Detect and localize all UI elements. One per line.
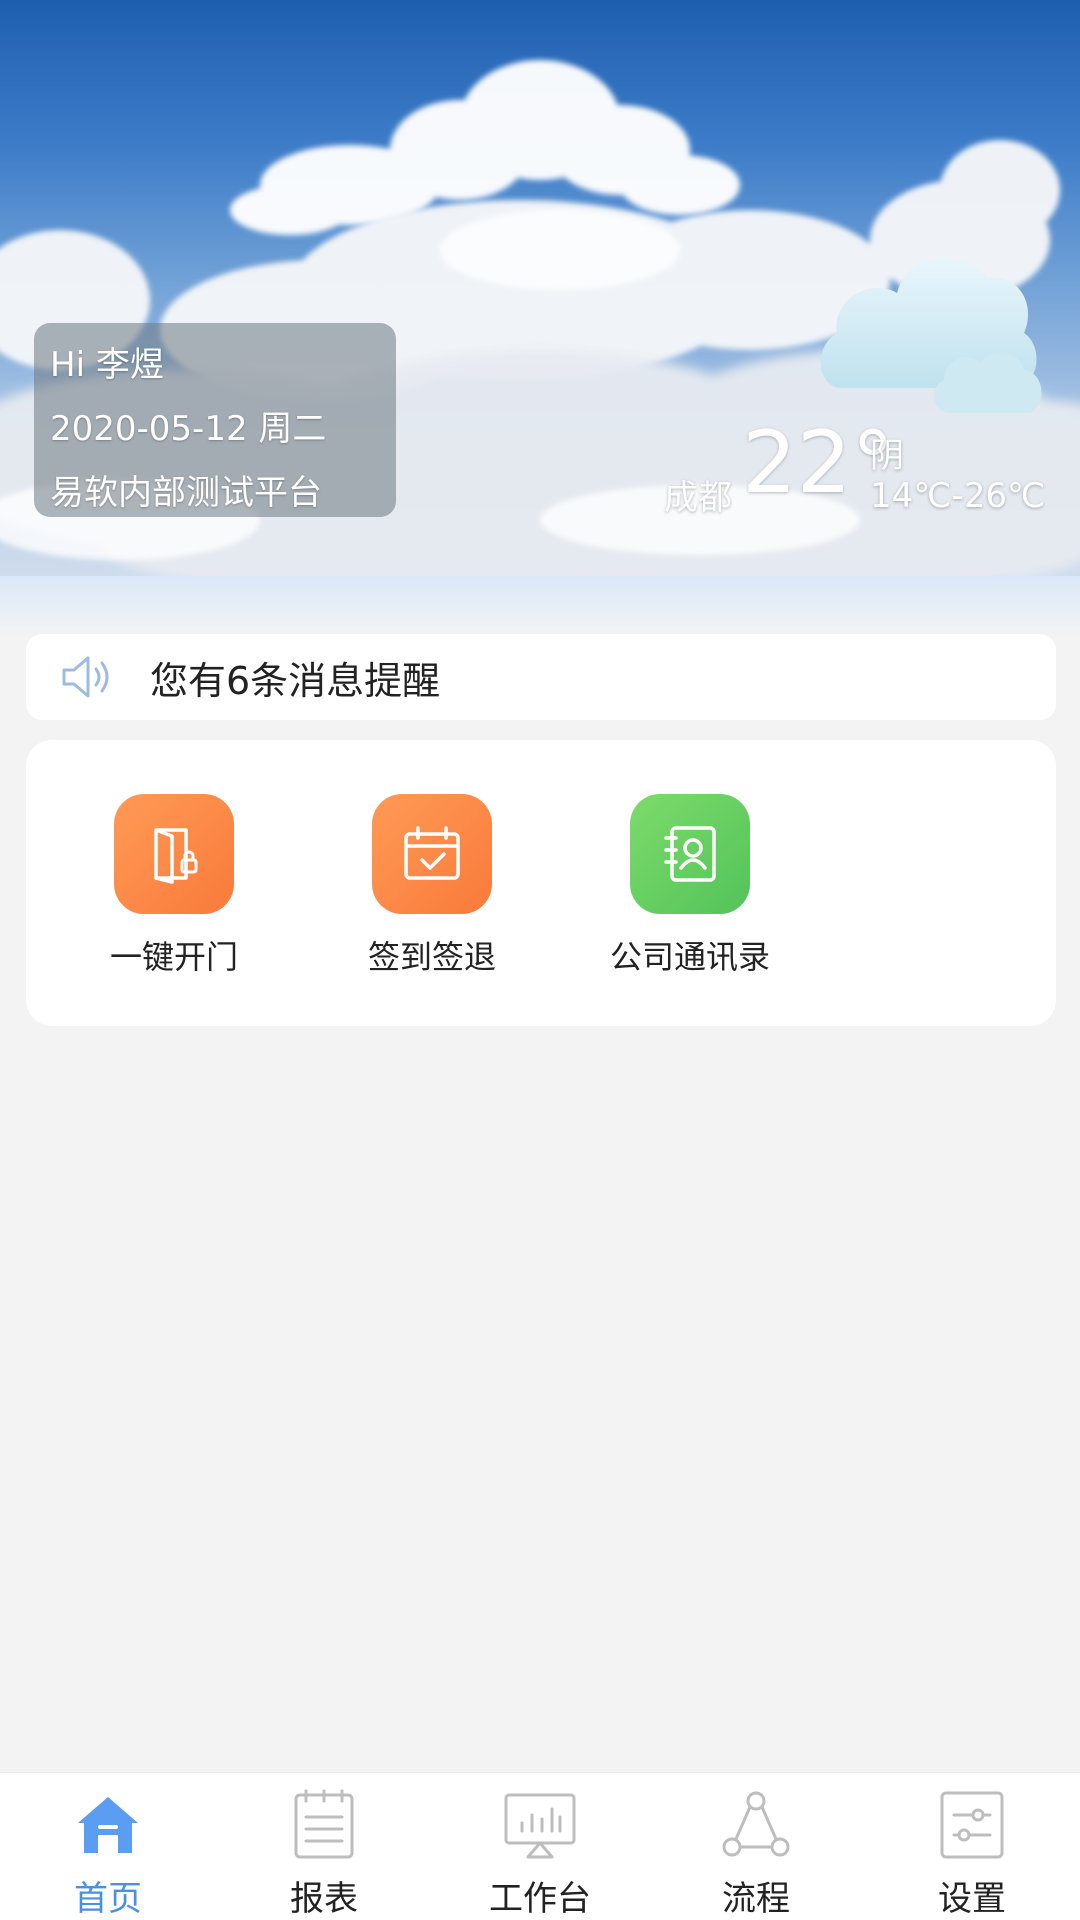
app-tile	[114, 794, 234, 914]
app-tile	[372, 794, 492, 914]
app-check-in-out[interactable]: 签到签退	[322, 794, 542, 978]
greeting-panel: Hi 李煜 2020-05-12 周二 易软内部测试平台	[34, 323, 396, 517]
process-icon	[722, 1791, 790, 1857]
app-label: 一键开门	[109, 938, 238, 976]
weather-banner: Hi 李煜 2020-05-12 周二 易软内部测试平台 成都 22° 阴 14…	[0, 0, 1080, 576]
app-one-key-open-door[interactable]: 一键开门	[64, 794, 284, 978]
calendar-check-icon	[404, 826, 460, 880]
greeting-platform: 易软内部测试平台	[50, 473, 322, 513]
tab-label: 流程	[722, 1879, 790, 1919]
app-label: 公司通讯录	[609, 938, 770, 976]
app-company-contacts[interactable]: 公司通讯录	[580, 794, 800, 978]
tab-home[interactable]: 首页	[18, 1787, 198, 1920]
tab-workbench[interactable]: 工作台	[450, 1787, 630, 1920]
door-icon	[154, 828, 198, 884]
app-label: 签到签退	[367, 938, 496, 976]
cloudy-icon	[820, 256, 1042, 413]
tab-report[interactable]: 报表	[234, 1787, 414, 1920]
app-tile	[630, 794, 750, 914]
greeting-date: 2020-05-12 周二	[50, 409, 327, 449]
banner-fade	[0, 576, 1080, 636]
tab-label: 报表	[290, 1879, 358, 1919]
tab-label: 首页	[74, 1879, 142, 1919]
home-icon	[78, 1797, 138, 1853]
notice-text: 您有6条消息提醒	[150, 658, 441, 703]
message-notice-bar[interactable]: 您有6条消息提醒	[26, 634, 1056, 720]
tab-label: 设置	[938, 1879, 1006, 1919]
bottom-navigation: 首页 报表 工作台 流程 设置	[0, 1772, 1080, 1920]
tab-process[interactable]: 流程	[666, 1787, 846, 1920]
settings-icon	[940, 1791, 1004, 1859]
weather-temperature-range: 14℃-26℃	[870, 476, 1046, 516]
weather-condition: 阴	[870, 436, 904, 476]
greeting-user: Hi 李煜	[50, 345, 164, 385]
tab-label: 工作台	[489, 1879, 591, 1919]
workbench-icon	[504, 1793, 576, 1859]
report-icon	[294, 1789, 354, 1859]
contacts-icon	[664, 826, 716, 882]
speaker-icon	[62, 656, 109, 698]
weather-city: 成都	[664, 478, 732, 518]
tab-settings[interactable]: 设置	[882, 1787, 1062, 1920]
app-grid: 一键开门 签到签退 公司通讯录	[26, 740, 1056, 1026]
